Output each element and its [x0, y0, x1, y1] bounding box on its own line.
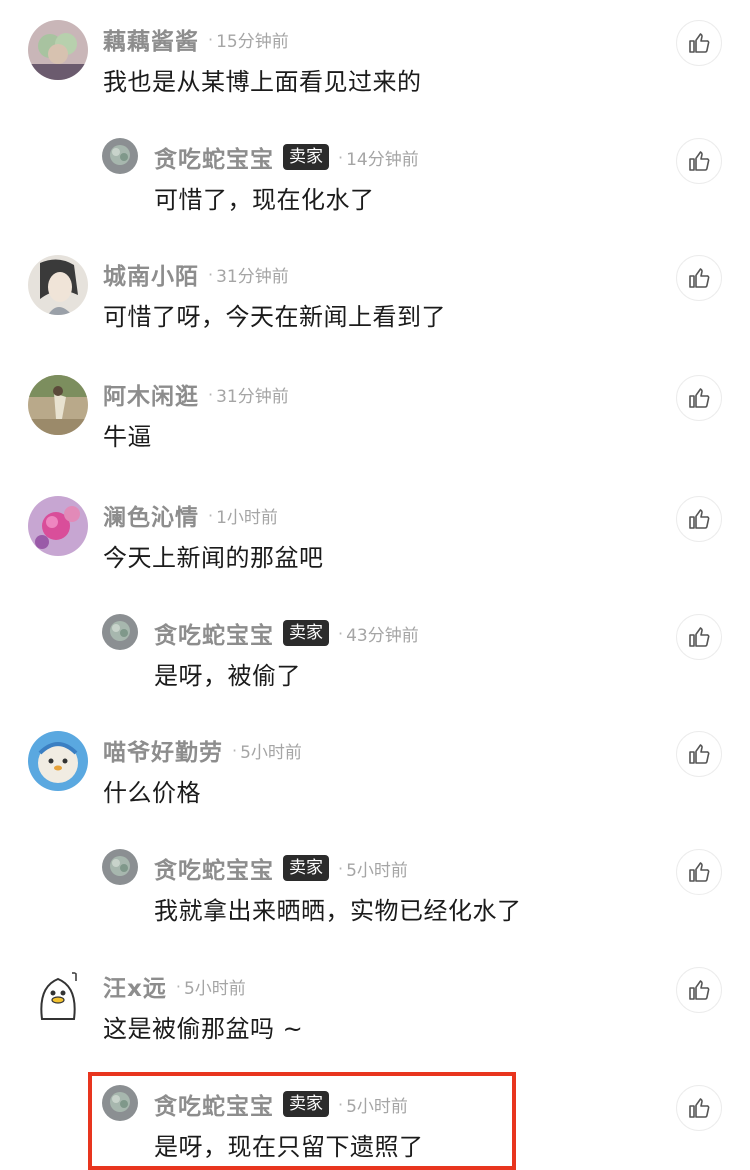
separator: · — [338, 623, 344, 643]
thumbs-up-icon — [689, 980, 710, 1000]
comment-text: 这是被偷那盆吗 ~ — [103, 1015, 304, 1043]
like-button[interactable] — [676, 1085, 722, 1131]
user-avatar[interactable] — [28, 496, 88, 556]
timestamp: 31分钟前 — [216, 266, 289, 287]
username[interactable]: 藕藕酱酱 — [103, 22, 199, 56]
comment-text: 牛逼 — [103, 423, 152, 451]
user-avatar[interactable] — [28, 20, 88, 80]
user-avatar[interactable] — [28, 731, 88, 791]
thumbs-up-icon — [689, 627, 710, 647]
separator: · — [208, 384, 214, 404]
username[interactable]: 贪吃蛇宝宝 — [154, 140, 274, 174]
username[interactable]: 城南小陌 — [103, 257, 199, 291]
comment-meta: 贪吃蛇宝宝 卖家 · 5小时前 — [154, 851, 408, 885]
seller-badge: 卖家 — [283, 144, 329, 170]
highlight-box — [88, 1072, 516, 1170]
comment-text: 我就拿出来晒晒，实物已经化水了 — [154, 897, 522, 925]
seller-badge: 卖家 — [283, 855, 329, 881]
comment-meta: 贪吃蛇宝宝 卖家 · 14分钟前 — [154, 140, 419, 174]
like-button[interactable] — [676, 255, 722, 301]
like-button[interactable] — [676, 849, 722, 895]
comment-meta: 喵爷好勤劳 · 5小时前 — [103, 733, 302, 767]
thumbs-up-icon — [689, 862, 710, 882]
seller-avatar[interactable] — [102, 138, 138, 174]
like-button[interactable] — [676, 614, 722, 660]
separator: · — [338, 147, 344, 167]
seller-badge: 卖家 — [283, 620, 329, 646]
timestamp: 31分钟前 — [216, 386, 289, 407]
comment-meta: 城南小陌 · 31分钟前 — [103, 257, 289, 291]
like-button[interactable] — [676, 496, 722, 542]
separator: · — [208, 29, 214, 49]
seller-avatar[interactable] — [102, 849, 138, 885]
comment-text: 今天上新闻的那盆吧 — [103, 544, 324, 572]
user-avatar[interactable] — [28, 375, 88, 435]
like-button[interactable] — [676, 731, 722, 777]
username[interactable]: 澜色沁情 — [103, 498, 199, 532]
like-button[interactable] — [676, 138, 722, 184]
comment-meta: 贪吃蛇宝宝 卖家 · 43分钟前 — [154, 616, 419, 650]
comment-meta: 澜色沁情 · 1小时前 — [103, 498, 278, 532]
thumbs-up-icon — [689, 388, 710, 408]
comment-text: 可惜了呀，今天在新闻上看到了 — [103, 303, 446, 331]
timestamp: 5小时前 — [183, 978, 246, 999]
comment-text: 我也是从某博上面看见过来的 — [103, 68, 422, 96]
timestamp: 43分钟前 — [346, 625, 419, 646]
thumbs-up-icon — [689, 509, 710, 529]
comment-text: 可惜了，现在化水了 — [154, 186, 375, 214]
timestamp: 14分钟前 — [346, 149, 419, 170]
comment-text: 什么价格 — [103, 779, 201, 807]
timestamp: 5小时前 — [346, 860, 408, 881]
thumbs-up-icon — [689, 268, 710, 288]
timestamp: 15分钟前 — [216, 31, 289, 52]
username[interactable]: 贪吃蛇宝宝 — [154, 851, 274, 885]
like-button[interactable] — [676, 375, 722, 421]
like-button[interactable] — [676, 20, 722, 66]
timestamp: 1小时前 — [216, 507, 278, 528]
separator: · — [208, 505, 214, 525]
user-avatar[interactable] — [28, 967, 88, 1027]
thumbs-up-icon — [689, 151, 710, 171]
comment-meta: 阿木闲逛 · 31分钟前 — [103, 377, 289, 411]
comment-text: 是呀，被偷了 — [154, 662, 301, 690]
separator: · — [338, 858, 344, 878]
thumbs-up-icon — [689, 744, 710, 764]
username[interactable]: 贪吃蛇宝宝 — [154, 616, 274, 650]
seller-avatar[interactable] — [102, 614, 138, 650]
separator: · — [232, 740, 238, 760]
thumbs-up-icon — [689, 1098, 710, 1118]
comment-meta: 汪x远 · 5小时前 — [103, 969, 246, 1003]
like-button[interactable] — [676, 967, 722, 1013]
thumbs-up-icon — [689, 33, 710, 53]
comment-meta: 藕藕酱酱 · 15分钟前 — [103, 22, 289, 56]
separator: · — [208, 264, 214, 284]
separator: · — [175, 976, 181, 996]
timestamp: 5小时前 — [240, 742, 302, 763]
username[interactable]: 汪x远 — [103, 969, 167, 1003]
username[interactable]: 阿木闲逛 — [103, 377, 199, 411]
user-avatar[interactable] — [28, 255, 88, 315]
username[interactable]: 喵爷好勤劳 — [103, 733, 223, 767]
